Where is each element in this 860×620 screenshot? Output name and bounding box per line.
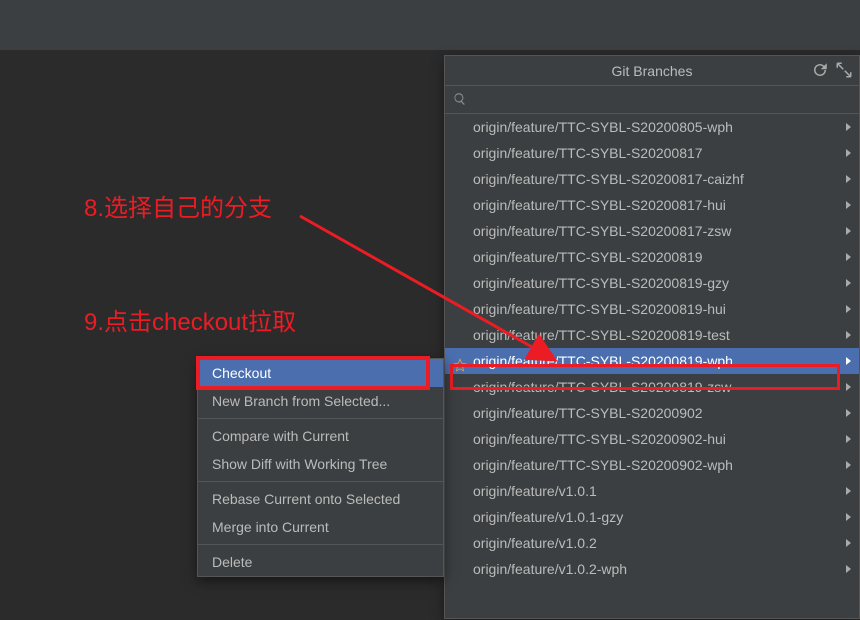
menu-item[interactable]: Compare with Current [198, 422, 443, 450]
branch-item[interactable]: origin/feature/TTC-SYBL-S20200817-caizhf [445, 166, 859, 192]
branch-label: origin/feature/TTC-SYBL-S20200902-hui [473, 431, 726, 447]
submenu-arrow-icon [846, 305, 851, 313]
branch-label: origin/feature/TTC-SYBL-S20200902-wph [473, 457, 733, 473]
branch-label: origin/feature/TTC-SYBL-S20200817-hui [473, 197, 726, 213]
branch-label: origin/feature/TTC-SYBL-S20200819-wph [473, 353, 733, 369]
branch-item[interactable]: origin/feature/TTC-SYBL-S20200817-hui [445, 192, 859, 218]
branch-label: origin/feature/v1.0.1-gzy [473, 509, 623, 525]
branch-context-menu: CheckoutNew Branch from Selected... Compa… [197, 358, 444, 577]
popup-title: Git Branches [612, 63, 693, 79]
branch-item[interactable]: origin/feature/v1.0.1-gzy [445, 504, 859, 530]
branch-item[interactable]: origin/feature/TTC-SYBL-S20200817-zsw [445, 218, 859, 244]
branch-label: origin/feature/TTC-SYBL-S20200817-zsw [473, 223, 731, 239]
menu-item[interactable]: Merge into Current [198, 513, 443, 541]
branch-item[interactable]: origin/feature/TTC-SYBL-S20200819-gzy [445, 270, 859, 296]
submenu-arrow-icon [846, 279, 851, 287]
git-branches-popup: Git Branches origin/feature/TTC-SYBL-S20… [444, 55, 860, 619]
resize-icon[interactable] [835, 61, 853, 79]
submenu-arrow-icon [846, 513, 851, 521]
branch-list: origin/feature/TTC-SYBL-S20200805-wph ori… [445, 114, 859, 618]
submenu-arrow-icon [846, 175, 851, 183]
submenu-arrow-icon [846, 149, 851, 157]
submenu-arrow-icon [846, 461, 851, 469]
submenu-arrow-icon [846, 409, 851, 417]
branch-item[interactable]: origin/feature/TTC-SYBL-S20200817 [445, 140, 859, 166]
menu-item[interactable]: Checkout [198, 359, 443, 387]
branch-label: origin/feature/TTC-SYBL-S20200819-zsw [473, 379, 731, 395]
star-icon [453, 354, 467, 368]
branch-item[interactable]: origin/feature/v1.0.2 [445, 530, 859, 556]
refresh-icon[interactable] [811, 61, 829, 79]
search-row [445, 86, 859, 114]
branch-item[interactable]: origin/feature/v1.0.1 [445, 478, 859, 504]
menu-separator [198, 544, 443, 545]
branch-item[interactable]: origin/feature/TTC-SYBL-S20200805-wph [445, 114, 859, 140]
branch-item[interactable]: origin/feature/TTC-SYBL-S20200902-wph [445, 452, 859, 478]
toolbar-bg [0, 0, 860, 50]
menu-item[interactable]: New Branch from Selected... [198, 387, 443, 415]
submenu-arrow-icon [846, 123, 851, 131]
submenu-arrow-icon [846, 331, 851, 339]
branch-item[interactable]: origin/feature/TTC-SYBL-S20200819-test [445, 322, 859, 348]
branch-label: origin/feature/TTC-SYBL-S20200819-gzy [473, 275, 729, 291]
submenu-arrow-icon [846, 565, 851, 573]
submenu-arrow-icon [846, 227, 851, 235]
branch-item[interactable]: origin/feature/TTC-SYBL-S20200819-hui [445, 296, 859, 322]
menu-separator [198, 418, 443, 419]
popup-title-bar: Git Branches [445, 56, 859, 86]
submenu-arrow-icon [846, 487, 851, 495]
branch-label: origin/feature/TTC-SYBL-S20200902 [473, 405, 703, 421]
submenu-arrow-icon [846, 357, 851, 365]
branch-item[interactable]: origin/feature/TTC-SYBL-S20200819 [445, 244, 859, 270]
menu-separator [198, 481, 443, 482]
branch-label: origin/feature/TTC-SYBL-S20200819 [473, 249, 703, 265]
submenu-arrow-icon [846, 539, 851, 547]
branch-label: origin/feature/TTC-SYBL-S20200817 [473, 145, 703, 161]
search-icon [453, 92, 467, 106]
branch-label: origin/feature/v1.0.2 [473, 535, 597, 551]
branch-item[interactable]: origin/feature/TTC-SYBL-S20200819-zsw [445, 374, 859, 400]
branch-item[interactable]: origin/feature/TTC-SYBL-S20200902-hui [445, 426, 859, 452]
submenu-arrow-icon [846, 435, 851, 443]
branch-label: origin/feature/TTC-SYBL-S20200819-hui [473, 301, 726, 317]
search-input[interactable] [473, 89, 853, 111]
branch-item[interactable]: origin/feature/v1.0.2-wph [445, 556, 859, 582]
branch-label: origin/feature/TTC-SYBL-S20200819-test [473, 327, 730, 343]
branch-label: origin/feature/v1.0.2-wph [473, 561, 627, 577]
submenu-arrow-icon [846, 383, 851, 391]
branch-label: origin/feature/TTC-SYBL-S20200805-wph [473, 119, 733, 135]
submenu-arrow-icon [846, 201, 851, 209]
menu-item[interactable]: Rebase Current onto Selected [198, 485, 443, 513]
branch-item[interactable]: origin/feature/TTC-SYBL-S20200819-wph [445, 348, 859, 374]
branch-label: origin/feature/v1.0.1 [473, 483, 597, 499]
submenu-arrow-icon [846, 253, 851, 261]
menu-item[interactable]: Show Diff with Working Tree [198, 450, 443, 478]
menu-item[interactable]: Delete [198, 548, 443, 576]
branch-label: origin/feature/TTC-SYBL-S20200817-caizhf [473, 171, 744, 187]
branch-item[interactable]: origin/feature/TTC-SYBL-S20200902 [445, 400, 859, 426]
